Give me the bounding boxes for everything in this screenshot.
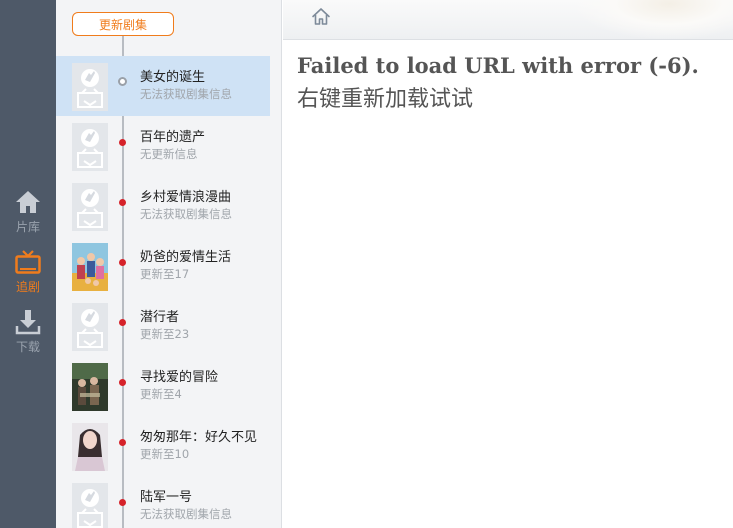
- series-title: 陆军一号: [140, 490, 193, 505]
- series-title: 乡村爱情浪漫曲: [140, 190, 232, 205]
- list-item[interactable]: 匆匆那年：好久不见 更新至10: [56, 416, 270, 476]
- timeline-dot: [119, 499, 126, 506]
- nav-label-library: 片库: [15, 220, 40, 234]
- series-title: 寻找爱的冒险: [140, 370, 219, 385]
- placeholder-logo-icon: [77, 489, 103, 528]
- series-title: 匆匆那年：好久不见: [140, 430, 258, 445]
- placeholder-logo-icon: [77, 189, 103, 228]
- placeholder-thumbnail: [72, 183, 108, 231]
- banner-artwork: [573, 0, 733, 39]
- poster-image-icon: [72, 243, 108, 291]
- list-item[interactable]: 美女的诞生 无法获取剧集信息: [56, 56, 270, 116]
- series-status: 无法获取剧集信息: [140, 507, 232, 521]
- poster-thumbnail: [72, 423, 108, 471]
- series-title: 美女的诞生: [140, 70, 206, 85]
- series-status: 更新至10: [140, 447, 190, 461]
- content-toolbar: [283, 0, 733, 40]
- placeholder-thumbnail: [72, 63, 108, 111]
- poster-thumbnail: [72, 243, 108, 291]
- timeline-dot: [119, 439, 126, 446]
- series-status: 无更新信息: [140, 147, 198, 161]
- series-status: 更新至17: [140, 267, 190, 281]
- series-title: 奶爸的爱情生活: [140, 250, 232, 265]
- nav-label-download: 下载: [15, 340, 40, 354]
- placeholder-logo-icon: [77, 69, 103, 108]
- timeline-dot: [119, 319, 126, 326]
- web-content: Failed to load URL with error (-6). 右键重新…: [283, 41, 733, 528]
- side-nav: 片库 追剧 下载: [0, 0, 56, 528]
- nav-item-download[interactable]: 下载: [0, 306, 56, 366]
- placeholder-thumbnail: [72, 303, 108, 351]
- series-title: 潜行者: [140, 310, 180, 325]
- home-icon: [16, 191, 40, 213]
- download-icon: [15, 310, 41, 335]
- list-item[interactable]: 潜行者 更新至23: [56, 296, 270, 356]
- timeline-dot: [119, 379, 126, 386]
- list-item[interactable]: 奶爸的爱情生活 更新至17: [56, 236, 270, 296]
- placeholder-thumbnail: [72, 123, 108, 171]
- list-item[interactable]: 寻找爱的冒险 更新至4: [56, 356, 270, 416]
- nav-item-library[interactable]: 片库: [0, 186, 56, 246]
- update-episodes-button[interactable]: 更新剧集: [72, 12, 174, 36]
- list-item[interactable]: 乡村爱情浪漫曲 无法获取剧集信息: [56, 176, 270, 236]
- tv-icon: [15, 250, 41, 274]
- nav-label-follow: 追剧: [15, 280, 40, 294]
- poster-image-icon: [72, 363, 108, 411]
- placeholder-logo-icon: [77, 129, 103, 168]
- nav-item-follow[interactable]: 追剧: [0, 246, 56, 306]
- series-status: 无法获取剧集信息: [140, 87, 232, 101]
- series-status: 更新至23: [140, 327, 190, 341]
- series-title: 百年的遗产: [140, 130, 206, 145]
- timeline-dot: [119, 259, 126, 266]
- poster-thumbnail: [72, 363, 108, 411]
- timeline-dot: [119, 199, 126, 206]
- home-icon[interactable]: [311, 7, 331, 27]
- reload-hint: 右键重新加载试试: [297, 87, 474, 112]
- series-status: 无法获取剧集信息: [140, 207, 232, 221]
- timeline-dot: [119, 139, 126, 146]
- list-item[interactable]: 百年的遗产 无更新信息: [56, 116, 270, 176]
- list-item[interactable]: 陆军一号 无法获取剧集信息: [56, 476, 270, 528]
- series-status: 更新至4: [140, 387, 182, 401]
- placeholder-logo-icon: [77, 309, 103, 348]
- error-message: Failed to load URL with error (-6).: [297, 53, 699, 78]
- timeline-dot: [118, 77, 127, 86]
- placeholder-thumbnail: [72, 483, 108, 528]
- app-window: 片库 追剧 下载 美女的诞生 无法获取剧集信息 百年的遗产 无更新信息 乡村爱情…: [0, 0, 733, 528]
- series-list-panel: 美女的诞生 无法获取剧集信息 百年的遗产 无更新信息 乡村爱情浪漫曲 无法获取剧…: [56, 0, 282, 528]
- poster-image-icon: [72, 423, 108, 471]
